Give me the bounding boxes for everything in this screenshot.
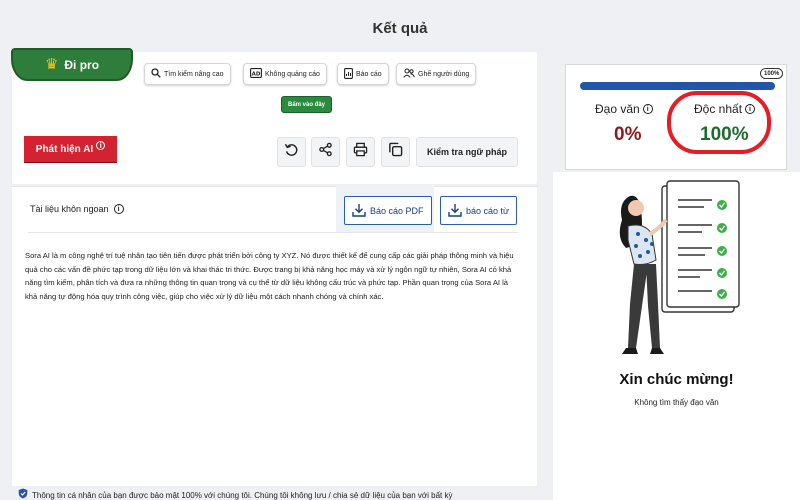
report-icon: [344, 67, 353, 81]
info-icon[interactable]: i: [113, 204, 124, 214]
word-report-label: báo cáo từ: [466, 205, 510, 216]
ad-block-icon: AD: [250, 68, 262, 80]
progress-bar: [580, 82, 775, 90]
ai-detection-button[interactable]: Phát hiện AI i: [24, 136, 117, 162]
undo-button[interactable]: [277, 137, 306, 167]
plagiarism-value: 0%: [614, 124, 642, 145]
unique-label-text: Độc nhất: [694, 102, 743, 116]
document-panel: [12, 186, 537, 486]
svg-text:AD: AD: [252, 71, 261, 77]
chip-report[interactable]: Báo cáo: [337, 63, 389, 85]
pdf-report-button[interactable]: Báo cáo PDF: [344, 196, 432, 225]
page-title: Kết quả: [372, 20, 428, 37]
document-title: Tài liệu khôn ngoan i: [30, 204, 124, 214]
crown-icon: ♛: [44, 56, 59, 73]
chip-label: Không quảng cáo: [265, 70, 320, 78]
chip-label: Tìm kiếm nâng cao: [164, 70, 224, 78]
chip-user-seats[interactable]: Ghế người dùng: [396, 63, 477, 85]
shield-icon: [18, 488, 28, 500]
grammar-check-button[interactable]: Kiểm tra ngữ pháp: [416, 137, 518, 167]
printer-icon: [353, 142, 368, 162]
share-button[interactable]: [311, 137, 340, 167]
document-title-label: Tài liệu khôn ngoan: [30, 204, 109, 214]
pdf-report-label: Báo cáo PDF: [370, 205, 424, 216]
download-icon: [448, 203, 462, 219]
undo-icon: [284, 142, 299, 162]
chip-label: Báo cáo: [356, 70, 382, 78]
chip-label: Ghế người dùng: [418, 70, 470, 78]
privacy-text: Thông tin cá nhân của bạn được bảo mật 1…: [32, 490, 453, 500]
go-pro-label: Đi pro: [64, 57, 100, 72]
progress-label: 100%: [760, 68, 784, 79]
copy-icon: [388, 142, 403, 162]
no-plagiarism-text: Không tìm thấy đạo văn: [634, 398, 719, 407]
checklist-illustration: [619, 180, 740, 354]
divider: [28, 232, 518, 233]
download-icon: [352, 203, 366, 219]
info-icon[interactable]: i: [745, 104, 756, 114]
unique-label: Độc nhất i: [694, 102, 756, 116]
chip-no-ads[interactable]: AD Không quảng cáo: [243, 63, 327, 85]
ai-detection-label: Phát hiện AI: [35, 143, 94, 155]
privacy-note: Thông tin cá nhân của bạn được bảo mật 1…: [18, 488, 453, 500]
info-icon: i: [96, 141, 106, 150]
progress-bar-fill: [580, 82, 775, 90]
word-report-button[interactable]: báo cáo từ: [440, 196, 518, 225]
unique-value: 100%: [700, 124, 749, 145]
print-button[interactable]: [346, 137, 375, 167]
copy-button[interactable]: [381, 137, 410, 167]
divider: [12, 186, 537, 187]
chip-advanced-search[interactable]: Tìm kiếm nâng cao: [144, 63, 231, 85]
users-icon: [403, 68, 415, 80]
plagiarism-label-text: Đạo văn: [595, 102, 640, 116]
click-here-button[interactable]: Bấm vào đây: [281, 96, 333, 113]
share-icon: [318, 142, 333, 162]
congrats-title: Xin chúc mừng!: [619, 371, 734, 388]
plagiarism-label: Đạo văn i: [595, 102, 653, 116]
go-pro-button[interactable]: ♛ Đi pro: [11, 48, 133, 81]
info-icon[interactable]: i: [642, 104, 653, 114]
search-icon: [151, 68, 161, 80]
document-text: Sora AI là m công nghệ trí tuệ nhân tạo …: [25, 251, 514, 301]
